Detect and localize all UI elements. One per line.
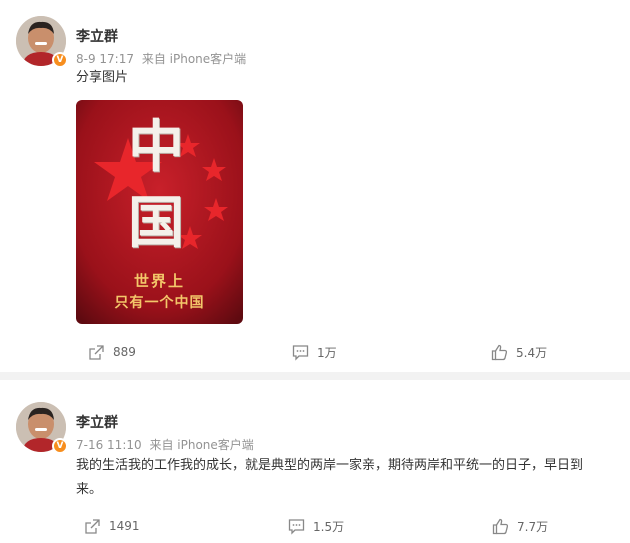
thumbs-up-icon bbox=[492, 518, 509, 534]
post-actions: 889 1万 5.4万 bbox=[0, 340, 630, 364]
post-source: 来自 iPhone客户端 bbox=[149, 438, 254, 452]
weibo-post: V 李立群 7-16 11:10 来自 iPhone客户端 我的生活我的工作我的… bbox=[0, 380, 630, 543]
post-divider bbox=[0, 372, 630, 380]
image-char-guo: 国 bbox=[128, 190, 184, 256]
weibo-post: V 李立群 8-9 17:17 来自 iPhone客户端 分享图片 中 国 世界… bbox=[0, 0, 630, 372]
comment-icon bbox=[288, 518, 305, 535]
image-char-zhong: 中 bbox=[128, 114, 184, 180]
comment-count: 1.5万 bbox=[313, 519, 345, 534]
share-icon bbox=[85, 518, 100, 534]
post-source: 来自 iPhone客户端 bbox=[141, 52, 247, 66]
author-name[interactable]: 李立群 bbox=[76, 26, 118, 46]
post-text: 分享图片 bbox=[76, 70, 129, 85]
image-caption-line2: 只有一个中国 bbox=[114, 295, 205, 311]
verified-badge-icon: V bbox=[52, 438, 68, 454]
post-time[interactable]: 7-16 11:10 bbox=[76, 438, 142, 452]
comment-button[interactable]: 1万 bbox=[292, 340, 337, 364]
author-name[interactable]: 李立群 bbox=[76, 412, 118, 432]
comment-button[interactable]: 1.5万 bbox=[288, 514, 344, 538]
post-text: 我的生活我的工作我的成长，就是典型的两岸一家亲，期待两岸和平统一的日子，早日到来… bbox=[76, 458, 584, 497]
like-button[interactable]: 7.7万 bbox=[492, 514, 548, 538]
post-image[interactable]: 中 国 世界上 只有一个中国 bbox=[76, 100, 243, 324]
comment-icon bbox=[292, 344, 309, 361]
share-icon bbox=[89, 344, 104, 360]
image-caption-line1: 世界上 bbox=[133, 272, 185, 290]
post-meta: 7-16 11:10 来自 iPhone客户端 bbox=[76, 436, 258, 453]
comment-count: 1万 bbox=[317, 345, 337, 360]
post-meta: 8-9 17:17 来自 iPhone客户端 bbox=[76, 50, 250, 67]
post-time[interactable]: 8-9 17:17 bbox=[76, 52, 134, 66]
like-count: 5.4万 bbox=[516, 345, 548, 360]
thumbs-up-icon bbox=[491, 344, 508, 360]
verified-badge-icon: V bbox=[52, 52, 68, 68]
repost-button[interactable]: 889 bbox=[88, 340, 136, 364]
like-count: 7.7万 bbox=[517, 519, 549, 534]
like-button[interactable]: 5.4万 bbox=[491, 340, 547, 364]
repost-count: 889 bbox=[113, 345, 136, 359]
post-actions: 1491 1.5万 7.7万 bbox=[0, 514, 630, 538]
repost-count: 1491 bbox=[109, 519, 140, 533]
repost-button[interactable]: 1491 bbox=[84, 514, 140, 538]
